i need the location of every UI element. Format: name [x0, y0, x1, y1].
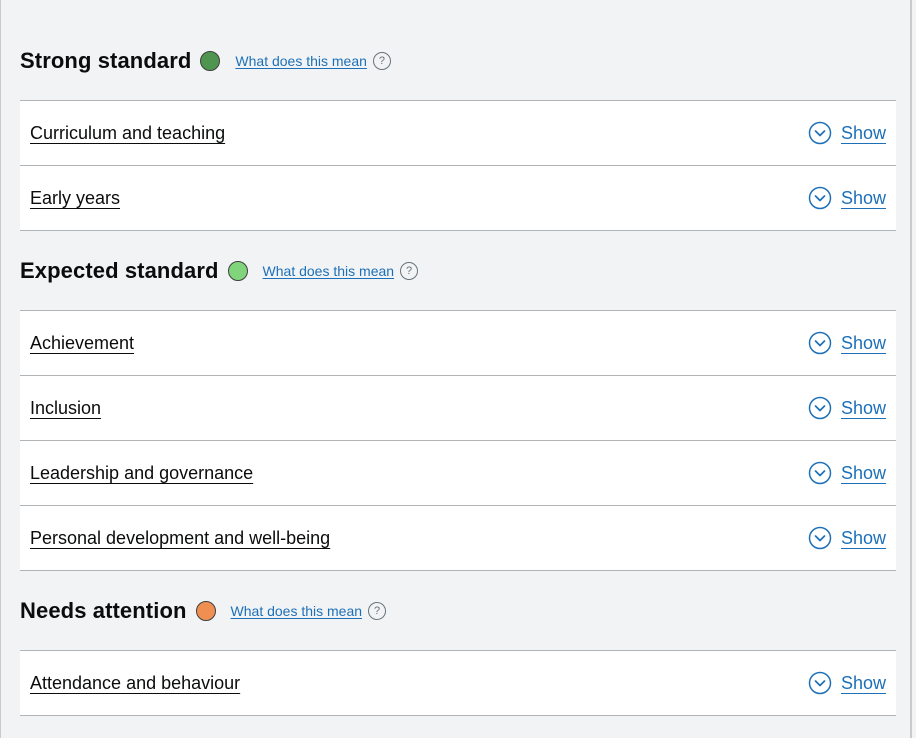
- rating-title[interactable]: Inclusion: [30, 398, 101, 419]
- rating-title[interactable]: Early years: [30, 188, 120, 209]
- show-label[interactable]: Show: [841, 123, 886, 144]
- show-toggle[interactable]: Show: [808, 671, 886, 695]
- show-toggle[interactable]: Show: [808, 396, 886, 420]
- chevron-circle-down-icon: [808, 526, 832, 550]
- show-toggle[interactable]: Show: [808, 121, 886, 145]
- section-heading-row: Expected standard What does this mean ?: [20, 252, 896, 290]
- rating-row-achievement[interactable]: Achievement Show: [20, 311, 896, 376]
- chevron-circle-down-icon: [808, 121, 832, 145]
- show-toggle[interactable]: Show: [808, 461, 886, 485]
- chevron-circle-down-icon: [808, 671, 832, 695]
- show-toggle[interactable]: Show: [808, 331, 886, 355]
- section-heading-row: Needs attention What does this mean ?: [20, 592, 896, 630]
- rating-row-personal-development-and-well-being[interactable]: Personal development and well-being Show: [20, 506, 896, 571]
- section-strong-standard: Strong standard What does this mean ? Cu…: [20, 42, 896, 231]
- rating-title[interactable]: Personal development and well-being: [30, 528, 330, 549]
- rating-row-attendance-and-behaviour[interactable]: Attendance and behaviour Show: [20, 651, 896, 716]
- rating-title[interactable]: Curriculum and teaching: [30, 123, 225, 144]
- rating-title[interactable]: Attendance and behaviour: [30, 673, 240, 694]
- chevron-circle-down-icon: [808, 461, 832, 485]
- question-circle-icon[interactable]: ?: [372, 52, 391, 70]
- chevron-circle-down-icon: [808, 186, 832, 210]
- section-heading-row: Strong standard What does this mean ?: [20, 42, 896, 80]
- show-label[interactable]: Show: [841, 188, 886, 209]
- show-label[interactable]: Show: [841, 333, 886, 354]
- rating-list: Achievement Show Inclusion Show Leadersh…: [20, 310, 896, 571]
- section-heading: Strong standard: [20, 48, 192, 73]
- status-dot-strong: [200, 51, 221, 71]
- rating-row-inclusion[interactable]: Inclusion Show: [20, 376, 896, 441]
- rating-list: Attendance and behaviour Show: [20, 650, 896, 716]
- what-does-this-mean-link[interactable]: What does this mean: [263, 263, 395, 279]
- rating-list: Curriculum and teaching Show Early years…: [20, 100, 896, 231]
- show-label[interactable]: Show: [841, 528, 886, 549]
- show-label[interactable]: Show: [841, 463, 886, 484]
- what-does-this-mean-link[interactable]: What does this mean: [231, 603, 363, 619]
- status-dot-expected: [227, 261, 248, 281]
- show-label[interactable]: Show: [841, 398, 886, 419]
- what-does-this-mean-link[interactable]: What does this mean: [235, 53, 367, 69]
- rating-row-curriculum-and-teaching[interactable]: Curriculum and teaching Show: [20, 101, 896, 166]
- show-toggle[interactable]: Show: [808, 186, 886, 210]
- show-toggle[interactable]: Show: [808, 526, 886, 550]
- status-dot-attention: [195, 601, 216, 621]
- rating-title[interactable]: Achievement: [30, 333, 134, 354]
- section-needs-attention: Needs attention What does this mean ? At…: [20, 592, 896, 716]
- show-label[interactable]: Show: [841, 673, 886, 694]
- chevron-circle-down-icon: [808, 331, 832, 355]
- question-circle-icon[interactable]: ?: [368, 602, 387, 620]
- chevron-circle-down-icon: [808, 396, 832, 420]
- section-heading: Expected standard: [20, 258, 219, 283]
- section-heading: Needs attention: [20, 598, 187, 623]
- section-expected-standard: Expected standard What does this mean ? …: [20, 252, 896, 571]
- rating-row-early-years[interactable]: Early years Show: [20, 166, 896, 231]
- question-circle-icon[interactable]: ?: [400, 262, 419, 280]
- rating-title[interactable]: Leadership and governance: [30, 463, 253, 484]
- rating-row-leadership-and-governance[interactable]: Leadership and governance Show: [20, 441, 896, 506]
